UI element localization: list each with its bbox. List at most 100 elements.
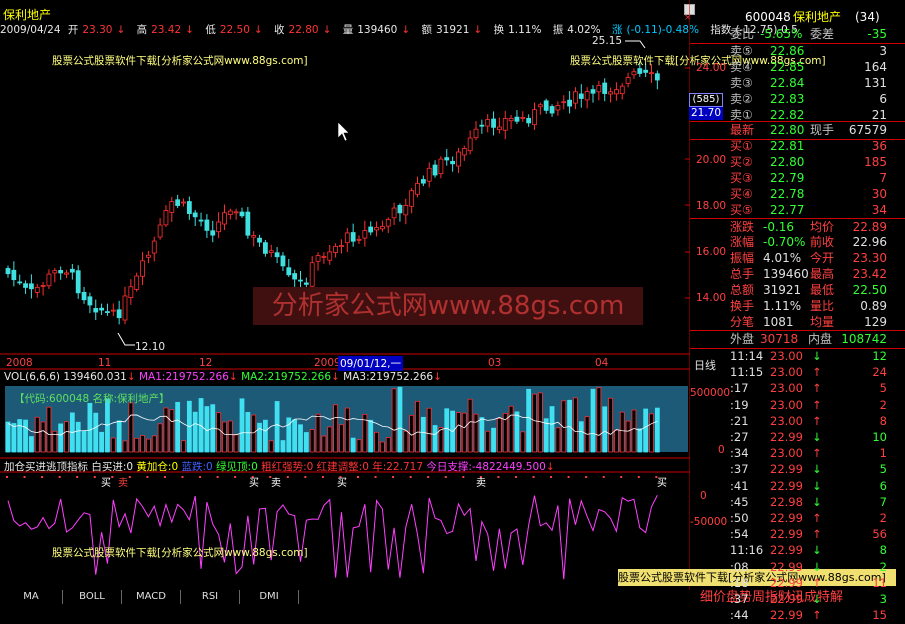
tab-macd[interactable]: MACD bbox=[122, 590, 181, 604]
tick-direction: ↓ bbox=[812, 559, 822, 574]
tick-direction: ↑ bbox=[812, 575, 822, 590]
volume-bar bbox=[28, 436, 34, 453]
bid-row[interactable]: 买④ 22.78 30 bbox=[690, 186, 905, 203]
volume-bar bbox=[643, 408, 649, 453]
ask-row[interactable]: 卖② 22.83 6 bbox=[690, 91, 905, 108]
indicator-dot bbox=[23, 476, 26, 478]
volume-bar bbox=[181, 440, 186, 453]
candle-body bbox=[502, 118, 508, 131]
trade-tick-row: 11:15 23.00 ↑ 24 bbox=[690, 364, 905, 381]
indicator-dot bbox=[514, 476, 517, 478]
indicator-dot bbox=[602, 476, 605, 478]
indicator-name: 加仓买进逃顶指标 bbox=[4, 461, 88, 473]
candle-body bbox=[596, 84, 602, 93]
candle-body bbox=[110, 309, 116, 312]
volume-bar bbox=[303, 432, 309, 453]
candle-body bbox=[385, 218, 391, 227]
indicator-blue: 蓝跌:0 bbox=[181, 461, 213, 473]
volume-bar bbox=[555, 427, 561, 453]
bid-row[interactable]: 买③ 22.79 7 bbox=[690, 170, 905, 187]
tick-time: :19 bbox=[730, 397, 749, 412]
candle-body bbox=[614, 89, 619, 95]
tab-ma[interactable]: MA bbox=[0, 590, 63, 604]
signal-buy: 买 bbox=[249, 478, 259, 489]
bid-volume: 30 bbox=[871, 187, 887, 201]
candle-body bbox=[374, 227, 379, 231]
candle-body bbox=[450, 160, 456, 165]
bid-volume: 185 bbox=[864, 155, 887, 169]
ask-row[interactable]: 卖③ 22.84 131 bbox=[690, 75, 905, 92]
signal-sell: 卖 bbox=[118, 478, 128, 489]
stat-label: 总手 bbox=[730, 267, 755, 281]
candle-body bbox=[327, 251, 333, 261]
tab-dmi[interactable]: DMI bbox=[240, 590, 299, 604]
volume-bar bbox=[75, 421, 81, 453]
x-tick-label: 11 bbox=[98, 357, 112, 369]
stat-label: 总额 bbox=[730, 283, 755, 297]
candle-body bbox=[339, 245, 344, 247]
candle-body bbox=[654, 73, 660, 81]
volume-bar bbox=[514, 411, 520, 453]
candle-body bbox=[46, 273, 52, 287]
trade-tick-row: :37 22.99 ↓ 3 bbox=[690, 591, 905, 608]
indicator-dot bbox=[58, 476, 61, 478]
min-price-label: 12.10 bbox=[135, 341, 166, 353]
stock-count: (34) bbox=[855, 10, 880, 24]
candle-body bbox=[5, 268, 11, 275]
stat-row: 换手 1.11% 量比 0.89 bbox=[690, 298, 905, 315]
tick-volume: 2 bbox=[879, 559, 887, 574]
volume-bar bbox=[110, 437, 116, 453]
vol-ma3: MA3:219752.266 bbox=[343, 371, 434, 383]
candle-body bbox=[69, 268, 75, 273]
hand-value: 67579 bbox=[848, 123, 887, 137]
candle-body bbox=[496, 126, 502, 131]
bid-label: 买④ bbox=[730, 187, 753, 201]
ask-volume: 6 bbox=[879, 92, 887, 106]
bid-row[interactable]: 买① 22.81 36 bbox=[690, 138, 905, 155]
indicator-dot bbox=[532, 476, 535, 478]
tick-direction: ↑ bbox=[812, 511, 822, 525]
bid-row[interactable]: 买⑤ 22.77 34 bbox=[690, 202, 905, 219]
tick-price: 22.99 bbox=[770, 543, 803, 558]
tick-direction: ↓ bbox=[812, 462, 822, 477]
volume-bar bbox=[239, 398, 245, 453]
volume-bar bbox=[637, 428, 643, 453]
tick-volume: 24 bbox=[872, 365, 887, 380]
bid-row[interactable]: 买② 22.80 185 bbox=[690, 154, 905, 171]
candle-body bbox=[631, 71, 637, 76]
tick-price: 23.00 bbox=[770, 349, 803, 363]
tick-time: :37 bbox=[730, 592, 749, 606]
tab-rsi[interactable]: RSI bbox=[181, 590, 240, 604]
ask-price: 22.85 bbox=[770, 60, 805, 74]
signal-buy: 买 bbox=[101, 478, 111, 489]
volume-bar bbox=[590, 388, 596, 453]
tick-time: :08 bbox=[730, 559, 749, 574]
candle-body bbox=[134, 275, 140, 290]
candle-body bbox=[298, 279, 303, 282]
last-value: 22.80 bbox=[770, 123, 805, 137]
stat-row: 总额 31921 最低 22.50 bbox=[690, 282, 905, 299]
ask-row[interactable]: 卖④ 22.85 164 bbox=[690, 59, 905, 76]
volume-bar bbox=[631, 409, 637, 453]
vol-ma2: MA2:219752.266 bbox=[241, 371, 331, 383]
volume-bar bbox=[116, 420, 122, 453]
candle-body bbox=[485, 119, 491, 127]
candle-body bbox=[122, 295, 128, 321]
candle-body bbox=[81, 292, 87, 301]
candle-body bbox=[245, 211, 251, 236]
stock-code: 600048 bbox=[745, 10, 791, 24]
tick-time: :54 bbox=[730, 527, 749, 542]
ask-row[interactable]: 卖⑤ 22.86 3 bbox=[690, 43, 905, 60]
tab-boll[interactable]: BOLL bbox=[63, 590, 122, 604]
trade-tick-row: 11:16 22.99 ↓ 8 bbox=[690, 542, 905, 559]
candle-body bbox=[105, 311, 110, 313]
volume-bar bbox=[596, 387, 602, 453]
stock-info-label: 【代码:600048 名称:保利地产】 bbox=[14, 393, 170, 405]
volume-bar bbox=[485, 430, 491, 453]
tick-price: 23.00 bbox=[770, 381, 803, 396]
candle-body bbox=[116, 309, 122, 319]
volume-bar bbox=[614, 429, 619, 453]
candle-body bbox=[23, 283, 28, 288]
tick-time: :41 bbox=[730, 478, 749, 493]
indicator-tabs: MA BOLL MACD RSI DMI bbox=[0, 590, 620, 616]
